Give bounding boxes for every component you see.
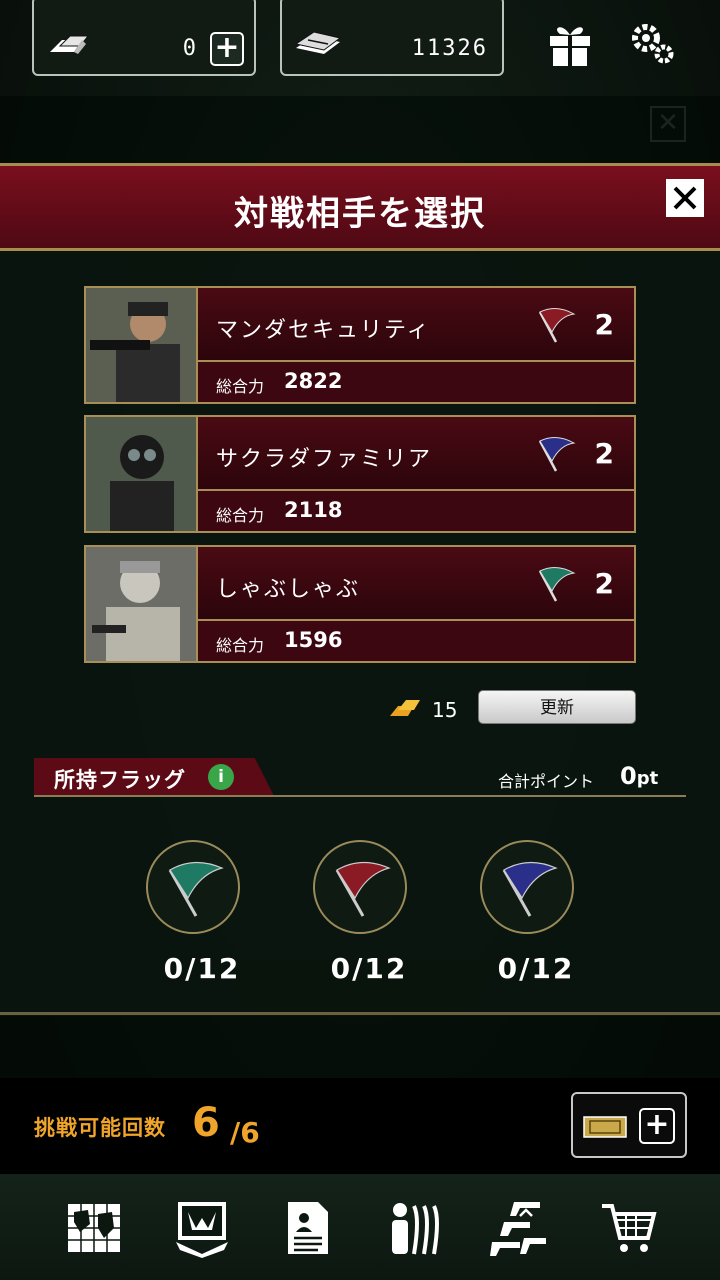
plus-icon: +	[639, 1108, 675, 1144]
flags-section-title: 所持フラッグ	[54, 768, 186, 792]
flag-icon	[502, 861, 558, 917]
opponent-power-row: 総合力 1596	[198, 623, 634, 661]
gold-value: 0	[182, 36, 198, 61]
info-icon[interactable]: i	[208, 764, 234, 790]
gold-bars-icon	[390, 700, 420, 716]
modal-title: 対戦相手を選択	[234, 194, 486, 234]
challenge-label: 挑戦可能回数	[34, 1116, 166, 1140]
flag-slot-blue	[480, 840, 574, 934]
gold-bars-icon	[50, 35, 90, 54]
add-gold-button[interactable]: +	[210, 32, 244, 66]
refresh-button[interactable]: 更新	[478, 690, 636, 724]
challenge-max: /6	[230, 1116, 260, 1149]
nav-documents[interactable]	[278, 1198, 338, 1258]
flag-count-red: 0/12	[330, 952, 408, 985]
total-points-label: 合計ポイント	[498, 772, 595, 791]
opponent-portrait	[86, 288, 198, 402]
cash-counter: 11326	[280, 0, 504, 76]
add-ticket-button[interactable]: +	[571, 1092, 687, 1158]
gold-counter: 0 +	[32, 0, 256, 76]
flag-icon	[168, 861, 224, 917]
opponent-name-row: サクラダファミリア 2	[198, 417, 634, 491]
cash-value: 11326	[411, 36, 488, 61]
challenge-current: 6	[192, 1100, 220, 1146]
opponent-name: サクラダファミリア	[216, 447, 433, 472]
cart-icon	[602, 1204, 657, 1252]
opponent-card[interactable]: マンダセキュリティ 2 総合力 2822	[84, 286, 636, 404]
opponent-name-row: しゃぶしゃぶ 2	[198, 547, 634, 621]
top-currency-bar: 0 + 11326	[0, 0, 720, 96]
power-label: 総合力	[216, 506, 265, 525]
nav-ranking[interactable]	[172, 1198, 232, 1258]
opponent-flag-count: 2	[594, 567, 614, 600]
flag-icon	[335, 861, 391, 917]
gift-icon[interactable]	[546, 20, 594, 68]
modal-bottom-border	[0, 1012, 720, 1015]
ticket-icon	[583, 1116, 627, 1138]
opponent-name: マンダセキュリティ	[216, 318, 431, 343]
opponent-portrait	[86, 417, 198, 531]
opponent-flag-count: 2	[594, 437, 614, 470]
cash-stack-icon	[294, 32, 342, 54]
flag-icon	[538, 308, 576, 343]
nav-squad[interactable]	[384, 1198, 444, 1258]
map-icon	[68, 1204, 120, 1252]
flag-slot-red	[313, 840, 407, 934]
nav-map[interactable]	[64, 1198, 124, 1258]
opponent-flag-count: 2	[594, 308, 614, 341]
close-button[interactable]	[666, 179, 704, 217]
power-value: 2118	[284, 498, 343, 522]
opponent-name: しゃぶしゃぶ	[216, 577, 361, 602]
power-value: 2822	[284, 369, 343, 393]
document-icon	[288, 1202, 328, 1254]
power-label: 総合力	[216, 636, 265, 655]
flags-divider	[34, 795, 686, 797]
refresh-cost: 15	[432, 698, 458, 722]
power-label: 総合力	[216, 377, 265, 396]
opponent-power-row: 総合力 2118	[198, 493, 634, 531]
opponent-power-row: 総合力 2822	[198, 364, 634, 402]
opponent-name-row: マンダセキュリティ 2	[198, 288, 634, 362]
total-points-value: 0pt	[620, 762, 659, 790]
flag-count-blue: 0/12	[497, 952, 575, 985]
opponent-portrait	[86, 547, 198, 661]
power-value: 1596	[284, 628, 343, 652]
flag-count-green: 0/12	[163, 952, 241, 985]
flag-icon	[538, 437, 576, 472]
nav-promotion[interactable]	[490, 1198, 550, 1258]
close-icon	[673, 186, 697, 210]
nav-shop[interactable]	[598, 1198, 658, 1258]
flag-icon	[538, 567, 576, 602]
opponent-modal-header: 対戦相手を選択	[0, 163, 720, 251]
squad-icon	[392, 1203, 439, 1255]
ranking-emblem-icon	[176, 1202, 228, 1258]
stairs-icon	[490, 1202, 546, 1256]
gear-icon[interactable]	[628, 20, 676, 68]
flag-slot-green	[146, 840, 240, 934]
opponent-card[interactable]: しゃぶしゃぶ 2 総合力 1596	[84, 545, 636, 663]
opponent-card[interactable]: サクラダファミリア 2 総合力 2118	[84, 415, 636, 533]
